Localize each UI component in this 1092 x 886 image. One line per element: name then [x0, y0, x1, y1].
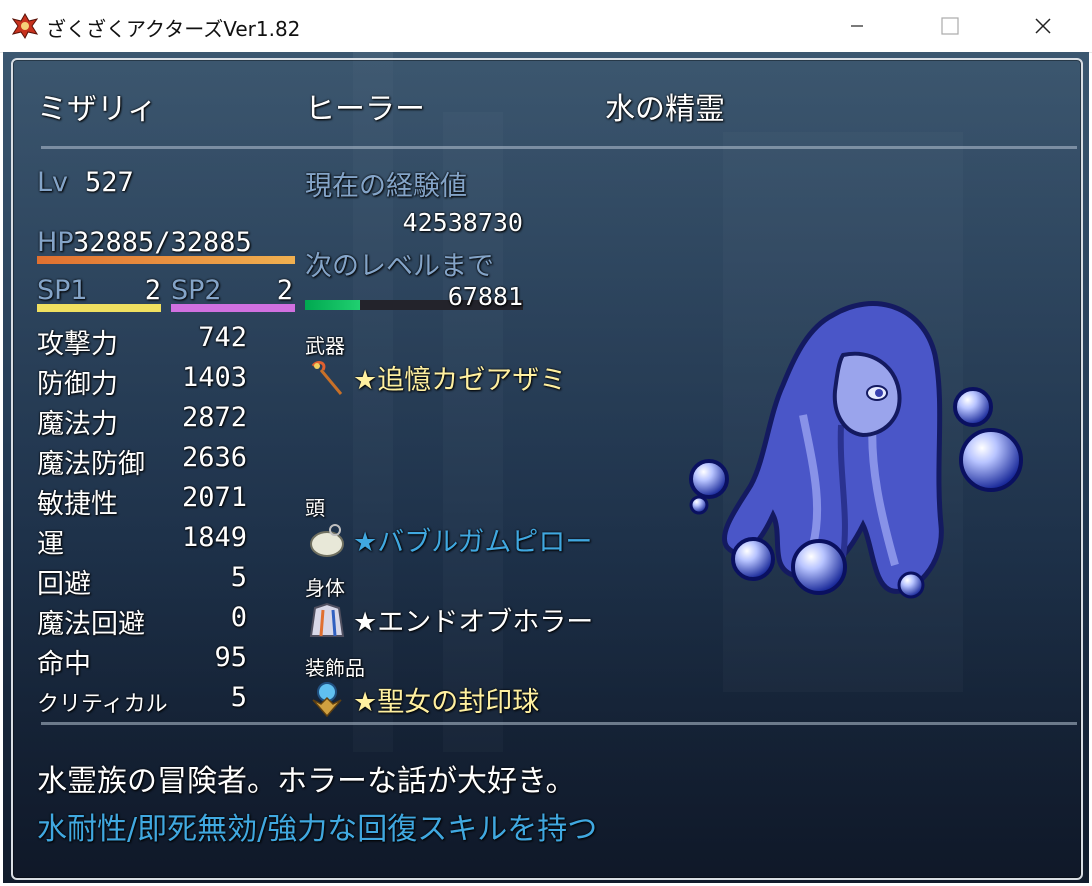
param-label: 運: [37, 529, 64, 560]
equip-slot-label: 装飾品: [305, 656, 365, 680]
param-value: 2872: [181, 402, 247, 433]
maximize-icon: [941, 17, 959, 35]
param-value: 0: [230, 602, 247, 633]
minimize-icon: [851, 25, 863, 27]
param-value: 2636: [181, 442, 247, 473]
minimize-button[interactable]: [834, 0, 880, 52]
status-window: ミザリィ ヒーラー 水の精霊 Lv 527 HP 32885/32885 SP1…: [11, 58, 1083, 880]
robe-icon: [309, 602, 345, 637]
sp2-label: SP2: [171, 275, 222, 306]
level-label: Lv: [37, 167, 69, 198]
close-button[interactable]: [1020, 0, 1066, 52]
param-value: 2071: [181, 482, 247, 513]
param-value: 742: [198, 322, 247, 353]
orb-icon: [312, 682, 342, 718]
divider-bottom: [41, 722, 1077, 725]
character-portrait: [689, 301, 1023, 599]
sp1-gauge: [37, 304, 161, 312]
equip-slot-label: 頭: [305, 496, 325, 520]
param-value: 1849: [181, 522, 247, 553]
hp-gauge: [37, 256, 295, 264]
equip-name: ★エンドオブホラー: [353, 607, 594, 638]
sp1-value: 2: [144, 275, 161, 306]
param-label: 回避: [37, 569, 91, 600]
hp-label: HP: [37, 227, 74, 258]
app-icon: [12, 13, 38, 39]
equip-name: ★聖女の封印球: [353, 687, 540, 718]
param-value: 5: [230, 682, 247, 713]
param-label: 敏捷性: [37, 489, 118, 520]
exp-current-label: 現在の経験値: [305, 171, 467, 202]
exp-gauge-fill: [305, 300, 360, 310]
divider-top: [41, 146, 1077, 149]
exp-next-value: 67881: [447, 282, 523, 311]
param-label: 命中: [37, 649, 91, 680]
actor-nickname: 水の精霊: [605, 92, 725, 127]
param-label: 防御力: [37, 369, 118, 400]
game-canvas: ミザリィ ヒーラー 水の精霊 Lv 527 HP 32885/32885 SP1…: [3, 52, 1089, 883]
exp-next-label: 次のレベルまで: [305, 251, 494, 282]
window-title: ざくざくアクターズVer1.82: [46, 17, 301, 41]
equip-name: ★バブルガムピロー: [353, 527, 593, 558]
param-label: 魔法防御: [37, 449, 145, 480]
param-value: 1403: [181, 362, 247, 393]
description-line-1: 水霊族の冒険者。ホラーな話が大好き。: [37, 764, 576, 799]
param-value: 5: [230, 562, 247, 593]
sp2-value: 2: [276, 275, 293, 306]
exp-current-value: 42538730: [402, 208, 523, 237]
equip-slot-label: 身体: [305, 576, 345, 600]
sp1-label: SP1: [37, 275, 88, 306]
staff-icon: [311, 361, 343, 395]
description-line-2: 水耐性/即死無効/強力な回復スキルを持つ: [37, 812, 598, 847]
equip-name: ★追憶カゼアザミ: [353, 365, 567, 396]
equip-slot-label: 武器: [305, 334, 345, 358]
actor-name: ミザリィ: [37, 92, 157, 127]
maximize-button[interactable]: [927, 0, 973, 52]
close-icon: [1035, 18, 1051, 34]
sp2-gauge: [171, 304, 295, 312]
param-label: 魔法回避: [37, 609, 145, 640]
hp-value: 32885/32885: [73, 227, 252, 258]
bubble-pillow-icon: [310, 524, 344, 557]
level-value: 527: [85, 167, 134, 198]
hp-gauge-fill: [37, 256, 295, 264]
actor-class: ヒーラー: [305, 92, 425, 127]
param-label: 攻撃力: [37, 329, 118, 360]
title-bar: ざくざくアクターズVer1.82: [0, 0, 1092, 53]
param-label: 魔法力: [37, 409, 118, 440]
param-label: クリティカル: [37, 692, 168, 717]
param-value: 95: [214, 642, 247, 673]
